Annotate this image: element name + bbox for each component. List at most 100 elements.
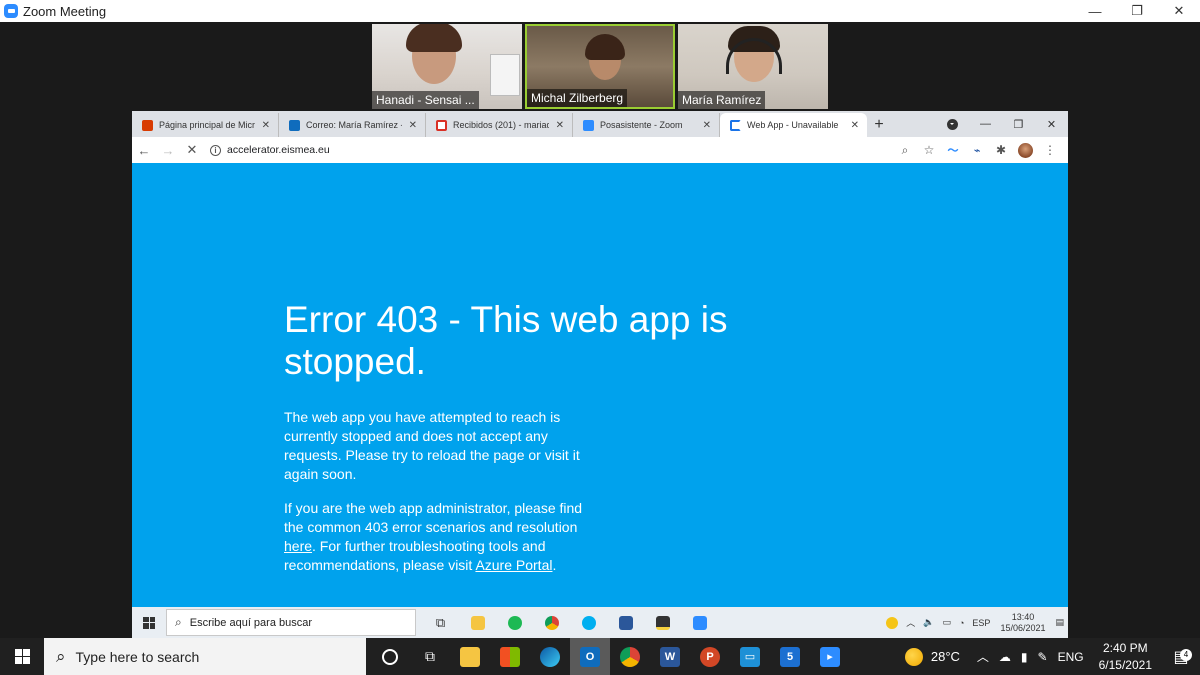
task-view-button[interactable]: ⧉ xyxy=(410,638,450,675)
back-button[interactable]: ← xyxy=(132,138,156,162)
whiteboard xyxy=(490,54,520,96)
notification-icon[interactable]: ▤ xyxy=(1055,617,1064,628)
browser-restore-button[interactable]: ❐ xyxy=(1002,118,1035,131)
clock[interactable]: 2:40 PM 6/15/2021 xyxy=(1099,640,1152,674)
chrome-button[interactable] xyxy=(610,638,650,675)
close-tab-icon[interactable]: ✕ xyxy=(409,120,417,131)
file-explorer-button[interactable] xyxy=(450,638,490,675)
windows-logo-icon xyxy=(143,616,155,629)
admin-help-text: If you are the web app administrator, pl… xyxy=(284,500,583,573)
temperature: 28°C xyxy=(930,649,960,664)
inner-zoom-button[interactable] xyxy=(681,607,718,638)
onedrive-cloud-icon[interactable]: ☁ xyxy=(999,650,1011,664)
inner-spotify-button[interactable] xyxy=(496,607,533,638)
info-icon[interactable]: i xyxy=(210,144,221,156)
participant-video-active-speaker[interactable]: Michal Zilberberg xyxy=(525,24,675,109)
cortana-button[interactable] xyxy=(370,638,410,675)
inner-search-box[interactable]: ⌕ Escribe aquí para buscar xyxy=(166,609,416,636)
start-button[interactable] xyxy=(0,638,44,675)
participant-name: Hanadi - Sensai ... xyxy=(372,91,479,109)
shared-screen-browser: Página principal de Micros ✕ Correo: Mar… xyxy=(132,111,1068,638)
here-link[interactable]: here xyxy=(284,538,312,554)
taskbar-search-box[interactable]: ⌕ Type here to search xyxy=(44,638,366,675)
error-page: Error 403 - This web app is stopped. The… xyxy=(132,163,1068,607)
weather-widget[interactable]: 28°C xyxy=(904,647,960,666)
zoom-title-bar: Zoom Meeting — ❐ ✕ xyxy=(0,0,1200,22)
loading-spinner-icon xyxy=(730,119,741,131)
participant-video[interactable]: Hanadi - Sensai ... xyxy=(372,24,522,109)
profile-avatar[interactable] xyxy=(1018,142,1033,158)
battery-icon[interactable]: ▭ xyxy=(942,617,951,628)
zoom-taskbar-button[interactable]: ▸ xyxy=(810,638,850,675)
edge-button[interactable] xyxy=(530,638,570,675)
inner-clock[interactable]: 13:40 15/06/2021 xyxy=(1000,612,1045,634)
azure-portal-link[interactable]: Azure Portal xyxy=(475,557,552,573)
inner-file-explorer-button[interactable] xyxy=(459,607,496,638)
tab-office[interactable]: Página principal de Micros ✕ xyxy=(132,113,279,137)
browser-close-button[interactable]: ✕ xyxy=(1035,118,1068,131)
search-icon: ⌕ xyxy=(901,142,909,157)
close-tab-icon[interactable]: ✕ xyxy=(851,120,859,131)
minimize-button[interactable]: — xyxy=(1074,0,1116,22)
participant-name: María Ramírez xyxy=(678,91,766,109)
app-5-button[interactable]: 5 xyxy=(770,638,810,675)
browser-minimize-button[interactable]: — xyxy=(969,118,1002,130)
volume-icon[interactable]: 🔈 xyxy=(923,617,934,628)
language-indicator[interactable]: ENG xyxy=(1058,650,1084,664)
store-button[interactable] xyxy=(490,638,530,675)
inner-sticky-notes-button[interactable] xyxy=(644,607,681,638)
wifi-icon[interactable]: ◔ xyxy=(959,618,964,628)
close-button[interactable]: ✕ xyxy=(1158,0,1200,22)
url-text[interactable]: accelerator.eismea.eu xyxy=(227,144,330,156)
sticky-notes-icon xyxy=(655,615,670,630)
word-button[interactable]: W xyxy=(650,638,690,675)
participant-video[interactable]: María Ramírez xyxy=(678,24,828,109)
powerpoint-button[interactable]: P xyxy=(690,638,730,675)
tab-gmail[interactable]: Recibidos (201) - mariade ✕ xyxy=(426,113,573,137)
tab-zoom[interactable]: Posasistente - Zoom ✕ xyxy=(573,113,720,137)
forward-button[interactable]: → xyxy=(156,138,180,162)
inner-word-button[interactable] xyxy=(607,607,644,638)
stop-loading-button[interactable]: ✕ xyxy=(180,138,204,162)
word-icon xyxy=(618,615,633,630)
zoom-icon: ▸ xyxy=(820,646,840,667)
remote-desktop-button[interactable]: ▭ xyxy=(730,638,770,675)
close-tab-icon[interactable]: ✕ xyxy=(556,120,564,131)
chevron-up-icon[interactable]: ︿ xyxy=(977,648,989,665)
chevron-up-icon[interactable]: ︿ xyxy=(906,616,915,629)
address-bar[interactable]: i accelerator.eismea.eu xyxy=(210,139,893,161)
shared-screen-taskbar: ⌕ Escribe aquí para buscar ⧉ ︿ 🔈 ▭ ◔ ESP… xyxy=(132,607,1068,638)
microphone-icon[interactable]: ▮ xyxy=(1021,650,1028,664)
pen-icon[interactable]: ✎ xyxy=(1038,650,1048,664)
inner-start-button[interactable] xyxy=(132,607,166,638)
inner-task-view-button[interactable]: ⧉ xyxy=(422,607,459,638)
inner-language[interactable]: ESP xyxy=(972,618,990,628)
bookmark-button[interactable]: ☆ xyxy=(917,138,941,162)
extensions-button[interactable]: ✱ xyxy=(989,138,1013,162)
zoom-lens-button[interactable]: ⌕ xyxy=(893,138,917,162)
inner-chrome-button[interactable] xyxy=(533,607,570,638)
weather-icon[interactable] xyxy=(886,616,899,629)
tab-web-app-active[interactable]: Web App - Unavailable ✕ xyxy=(720,113,867,137)
word-icon: W xyxy=(660,646,680,667)
skype-icon xyxy=(581,615,596,630)
restore-button[interactable]: ❐ xyxy=(1116,0,1158,22)
arrow-right-icon: → xyxy=(161,142,175,158)
close-tab-icon[interactable]: ✕ xyxy=(262,120,270,131)
tab-outlook[interactable]: Correo: María Ramírez - O ✕ xyxy=(279,113,426,137)
chrome-icon xyxy=(544,615,559,630)
action-center-button[interactable]: ▤ 4 xyxy=(1162,647,1200,667)
close-icon: ✕ xyxy=(186,142,198,157)
close-tab-icon[interactable]: ✕ xyxy=(703,120,711,131)
zoom-logo-icon xyxy=(4,4,18,18)
extension-button[interactable]: ⌁ xyxy=(965,138,989,162)
tab-search-button[interactable] xyxy=(936,118,969,130)
extension-button[interactable]: 〜 xyxy=(941,138,965,162)
new-tab-button[interactable]: + xyxy=(867,113,891,137)
outlook-button[interactable]: O xyxy=(570,638,610,675)
browser-menu-button[interactable]: ⋮ xyxy=(1038,138,1062,162)
inner-skype-button[interactable] xyxy=(570,607,607,638)
search-icon: ⌕ xyxy=(56,646,66,666)
puzzle-icon: ✱ xyxy=(995,143,1007,157)
chrome-icon xyxy=(620,646,640,667)
